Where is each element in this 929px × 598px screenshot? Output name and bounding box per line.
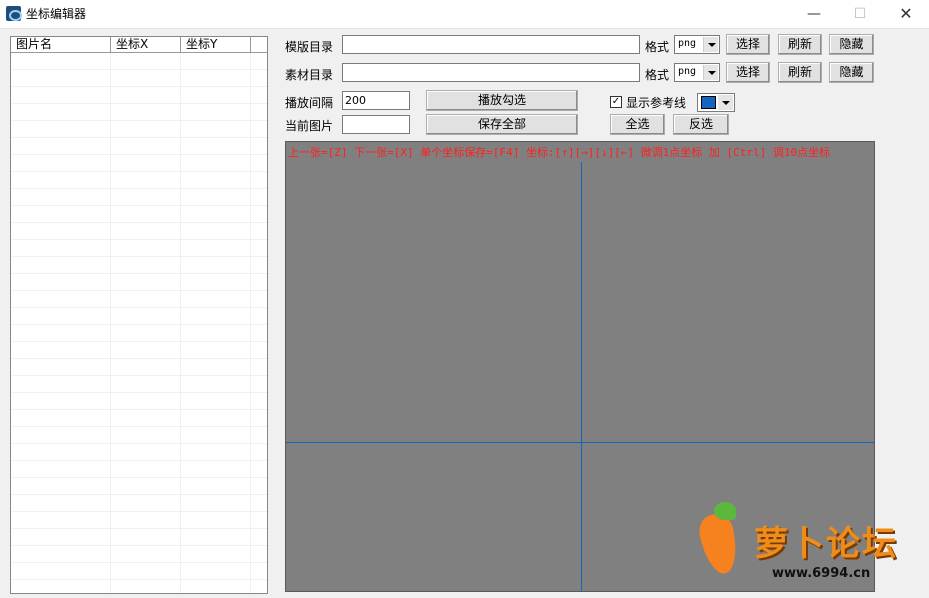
template-format-select[interactable]: png: [674, 35, 720, 54]
template-format-label: 格式: [645, 40, 670, 54]
template-dir-label: 模版目录: [285, 40, 334, 54]
reference-line-horizontal[interactable]: [286, 442, 874, 443]
app-icon: [6, 6, 22, 21]
template-refresh-button[interactable]: 刷新: [778, 34, 822, 55]
template-select-button[interactable]: 选择: [726, 34, 770, 55]
interval-label: 播放间隔: [285, 96, 334, 110]
reference-line-vertical[interactable]: [581, 162, 582, 591]
color-swatch: [701, 96, 716, 109]
template-dir-input[interactable]: [342, 35, 640, 54]
chevron-down-icon[interactable]: [703, 65, 718, 80]
column-header-x[interactable]: 坐标X: [111, 37, 181, 52]
material-format-label: 格式: [645, 68, 670, 82]
chevron-down-icon[interactable]: [703, 37, 718, 52]
window-title: 坐标编辑器: [26, 7, 87, 21]
close-button[interactable]: ✕: [883, 0, 929, 28]
material-dir-input[interactable]: [342, 63, 640, 82]
maximize-button[interactable]: ☐: [837, 0, 883, 28]
watermark-url: www.6994.cn: [772, 566, 871, 581]
material-refresh-button[interactable]: 刷新: [778, 62, 822, 83]
minimize-button[interactable]: —: [791, 0, 837, 28]
column-header-image-name[interactable]: 图片名: [11, 37, 111, 52]
save-all-button[interactable]: 保存全部: [426, 114, 578, 135]
list-header: 图片名 坐标X 坐标Y: [11, 37, 267, 53]
show-reference-lines-checkbox[interactable]: ✓: [610, 96, 622, 108]
coordinate-list[interactable]: 图片名 坐标X 坐标Y: [10, 36, 268, 594]
material-format-value: png: [678, 66, 697, 77]
material-hide-button[interactable]: 隐藏: [829, 62, 874, 83]
list-body[interactable]: [11, 53, 267, 593]
leaf-icon: [714, 502, 736, 520]
current-image-label: 当前图片: [285, 119, 334, 133]
column-header-y[interactable]: 坐标Y: [181, 37, 251, 52]
carrot-icon: [696, 511, 742, 577]
play-checked-button[interactable]: 播放勾选: [426, 90, 578, 111]
interval-input[interactable]: [342, 91, 410, 110]
line-color-picker[interactable]: [697, 93, 735, 112]
current-image-input[interactable]: [342, 115, 410, 134]
material-dir-label: 素材目录: [285, 68, 334, 82]
material-select-button[interactable]: 选择: [726, 62, 770, 83]
select-all-button[interactable]: 全选: [610, 114, 665, 135]
show-reference-lines-label: 显示参考线: [626, 96, 687, 110]
template-format-value: png: [678, 38, 697, 49]
title-bar: 坐标编辑器 — ☐ ✕: [0, 0, 929, 28]
keyboard-hint-text: 上一张=[Z] 下一张=[X] 单个坐标保存=[F4] 坐标:[↑][→][↓]…: [288, 146, 831, 159]
watermark-text: 萝卜论坛: [754, 524, 898, 564]
invert-selection-button[interactable]: 反选: [673, 114, 729, 135]
watermark-logo: 萝卜论坛 www.6994.cn: [690, 500, 915, 588]
chevron-down-icon[interactable]: [718, 95, 733, 110]
template-hide-button[interactable]: 隐藏: [829, 34, 874, 55]
material-format-select[interactable]: png: [674, 63, 720, 82]
